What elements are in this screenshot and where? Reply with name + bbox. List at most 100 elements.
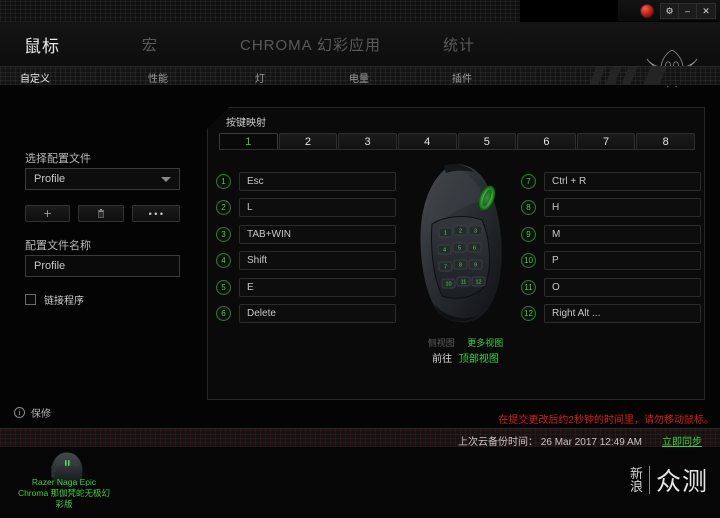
key-row: 2 L	[216, 195, 396, 222]
current-view-label: 侧视图	[427, 338, 455, 348]
window-button-group: ⚙ – ✕	[660, 3, 716, 19]
key-binding-field[interactable]: Right Alt ...	[544, 304, 701, 324]
key-binding-field[interactable]: E	[239, 277, 396, 297]
keymap-tab-6[interactable]: 6	[517, 133, 576, 150]
sync-now-link[interactable]: 立即同步	[662, 433, 702, 448]
svg-text:8: 8	[459, 263, 462, 269]
key-row: 4 Shift	[216, 248, 396, 275]
panel-title: 按键映射	[226, 118, 266, 129]
subtab-addons[interactable]: 插件	[452, 70, 472, 85]
device-selector[interactable]: Razer Naga Epic Chroma 那伽梵蛇无极幻 彩版	[0, 448, 180, 518]
profile-select[interactable]: Profile	[25, 168, 180, 190]
select-profile-label: 选择配置文件	[25, 153, 91, 165]
mouse-side-view-image[interactable]: 123 456 789 10 11 12	[408, 160, 516, 332]
subnav-decoration	[520, 67, 720, 85]
key-binding-field[interactable]: Delete	[239, 304, 396, 324]
key-binding-field[interactable]: Shift	[239, 251, 396, 271]
key-binding-field[interactable]: P	[544, 251, 701, 271]
window-controls: ⚙ – ✕	[640, 3, 716, 19]
key-binding-field[interactable]: Ctrl + R	[544, 171, 701, 191]
tab-stats[interactable]: 统计	[433, 22, 485, 66]
key-row: 9 M	[521, 221, 701, 248]
sub-navigation: 自定义 性能 灯 电量 插件	[0, 66, 720, 86]
key-binding-field[interactable]: H	[544, 198, 701, 218]
subtab-power[interactable]: 电量	[349, 70, 369, 85]
device-name-line-1: Razer Naga Epic	[31, 477, 97, 487]
keymap-tab-7[interactable]: 7	[576, 133, 636, 150]
profile-name-input[interactable]: Profile	[25, 255, 180, 277]
watermark-sina: 新 浪	[630, 467, 643, 493]
tab-chroma[interactable]: CHROMA 幻彩应用	[230, 22, 391, 66]
goto-view-row: 前往 顶部视图	[403, 350, 528, 365]
key-column-right: 7 Ctrl + R 8 H 9 M 10 P 11 O 12 Right Al…	[521, 168, 701, 327]
svg-text:1: 1	[444, 231, 447, 237]
key-row: 7 Ctrl + R	[521, 168, 701, 195]
key-row: 3 TAB+WIN	[216, 221, 396, 248]
watermark-divider	[648, 466, 650, 494]
svg-text:6: 6	[473, 246, 476, 252]
key-number-badge: 7	[521, 173, 536, 189]
key-row: 12 Right Alt ...	[521, 301, 701, 328]
subtab-performance[interactable]: 性能	[148, 70, 168, 85]
subtab-customize[interactable]: 自定义	[20, 70, 50, 85]
keymap-tab-4[interactable]: 4	[397, 133, 457, 150]
key-row: 5 E	[216, 274, 396, 301]
link-program-row[interactable]: 链接程序	[25, 292, 84, 307]
main-navigation: 鼠标 宏 CHROMA 幻彩应用 统计	[0, 22, 720, 92]
key-number-badge: 6	[216, 306, 231, 322]
add-profile-button[interactable]: ＋	[25, 205, 71, 222]
key-number-badge: 4	[216, 253, 231, 269]
key-number-badge: 11	[521, 279, 536, 295]
key-row: 8 H	[521, 195, 701, 222]
keymap-tab-1[interactable]: 1	[219, 133, 278, 150]
key-number-badge: 12	[521, 306, 536, 322]
profile-action-buttons: ＋ • • •	[25, 205, 180, 222]
view-switch-row: 侧视图 更多视图	[403, 336, 528, 349]
key-number-badge: 2	[216, 200, 231, 216]
key-row: 10 P	[521, 248, 701, 275]
delete-profile-button[interactable]	[78, 205, 124, 222]
svg-text:12: 12	[475, 280, 481, 286]
keymap-tab-5[interactable]: 5	[457, 133, 517, 150]
link-program-checkbox[interactable]	[25, 294, 36, 305]
chevron-down-icon	[161, 177, 171, 182]
key-binding-field[interactable]: TAB+WIN	[239, 224, 396, 244]
tab-mouse[interactable]: 鼠标	[14, 22, 70, 66]
more-profile-button[interactable]: • • •	[131, 205, 180, 222]
gear-icon[interactable]: ⚙	[661, 4, 679, 18]
keymap-tab-list: 1 2 3 4 5 6 7 8	[219, 133, 695, 150]
key-number-badge: 8	[521, 200, 536, 216]
record-indicator-icon[interactable]	[640, 4, 654, 18]
minimize-icon[interactable]: –	[679, 4, 697, 18]
tab-macro[interactable]: 宏	[132, 22, 168, 66]
razer-synapse-window: ⚙ – ✕ 鼠标 宏 CHROMA 幻彩应用 统计 自定义 性能 灯 电量 插件…	[0, 0, 720, 518]
goto-top-view-link[interactable]: 顶部视图	[459, 354, 499, 365]
keymap-tab-underline	[219, 149, 695, 150]
goto-label: 前往	[432, 354, 453, 365]
key-row: 1 Esc	[216, 168, 396, 195]
main-tab-list: 鼠标 宏 CHROMA 幻彩应用 统计	[0, 22, 485, 66]
key-binding-field[interactable]: M	[544, 224, 701, 244]
profile-select-value: Profile	[34, 173, 66, 185]
svg-text:2: 2	[459, 229, 462, 235]
profile-name-value: Profile	[34, 260, 66, 272]
close-icon[interactable]: ✕	[697, 4, 715, 18]
svg-text:4: 4	[443, 248, 446, 254]
content-area: 选择配置文件 Profile ＋ • • • 配置文件名称 Profile 链接…	[0, 87, 720, 425]
key-number-badge: 1	[216, 173, 231, 189]
key-binding-field[interactable]: L	[239, 198, 396, 218]
key-row: 6 Delete	[216, 301, 396, 328]
svg-text:9: 9	[474, 263, 477, 269]
keymap-tab-8[interactable]: 8	[636, 133, 695, 150]
subtab-lighting[interactable]: 灯	[255, 70, 265, 85]
device-footer: Razer Naga Epic Chroma 那伽梵蛇无极幻 彩版 新 浪 众测	[0, 448, 720, 518]
keymap-tab-2[interactable]: 2	[278, 133, 338, 150]
profile-name-label: 配置文件名称	[25, 240, 91, 252]
svg-text:10: 10	[445, 282, 451, 288]
keymap-tab-3[interactable]: 3	[338, 133, 397, 150]
watermark: 新 浪 众测	[630, 462, 708, 498]
key-binding-field[interactable]: O	[544, 277, 701, 297]
more-views-link[interactable]: 更多视图	[467, 338, 503, 348]
key-binding-field[interactable]: Esc	[239, 171, 396, 191]
ellipsis-icon: • • •	[148, 208, 164, 219]
